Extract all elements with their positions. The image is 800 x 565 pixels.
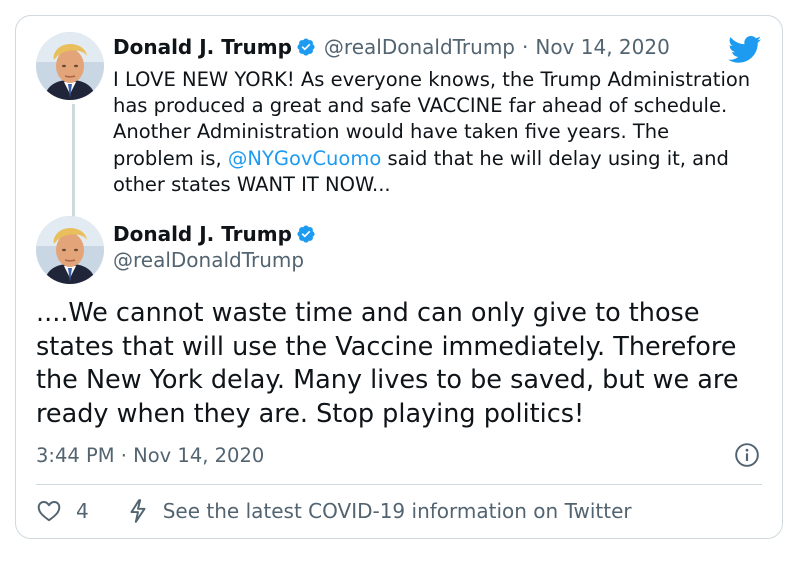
avatar[interactable] xyxy=(36,216,104,284)
author-handle[interactable]: @realDonaldTrump xyxy=(113,248,304,272)
heart-icon[interactable] xyxy=(36,498,62,524)
meta-separator: · xyxy=(522,35,529,59)
thread-connector-line xyxy=(72,104,75,222)
tweet1-text: I LOVE NEW YORK! As everyone knows, the … xyxy=(113,67,753,198)
covid-info-link[interactable]: See the latest COVID-19 information on T… xyxy=(163,499,632,523)
author-name[interactable]: Donald J. Trump xyxy=(113,35,292,59)
avatar[interactable] xyxy=(36,32,104,100)
twitter-bird-icon[interactable] xyxy=(728,36,762,64)
action-bar: 4 See the latest COVID-19 information on… xyxy=(36,498,632,524)
lightning-bolt-icon xyxy=(130,499,146,523)
verified-badge-icon xyxy=(297,225,315,243)
author-handle[interactable]: @realDonaldTrump xyxy=(324,35,515,59)
tweet-date[interactable]: Nov 14, 2020 xyxy=(535,35,669,59)
divider xyxy=(36,484,762,485)
info-icon[interactable] xyxy=(734,442,760,468)
tweet2-header: Donald J. Trump xyxy=(113,222,324,246)
like-count[interactable]: 4 xyxy=(76,499,89,523)
tweet1-header: Donald J. Trump @realDonaldTrump · Nov 1… xyxy=(113,35,670,59)
verified-badge-icon xyxy=(297,38,315,56)
author-name[interactable]: Donald J. Trump xyxy=(113,222,292,246)
tweet-timestamp[interactable]: 3:44 PM · Nov 14, 2020 xyxy=(36,444,264,467)
tweet-card: Donald J. Trump @realDonaldTrump · Nov 1… xyxy=(15,15,783,539)
mention-link[interactable]: @NYGovCuomo xyxy=(228,147,381,170)
tweet2-text: ....We cannot waste time and can only gi… xyxy=(36,298,739,429)
